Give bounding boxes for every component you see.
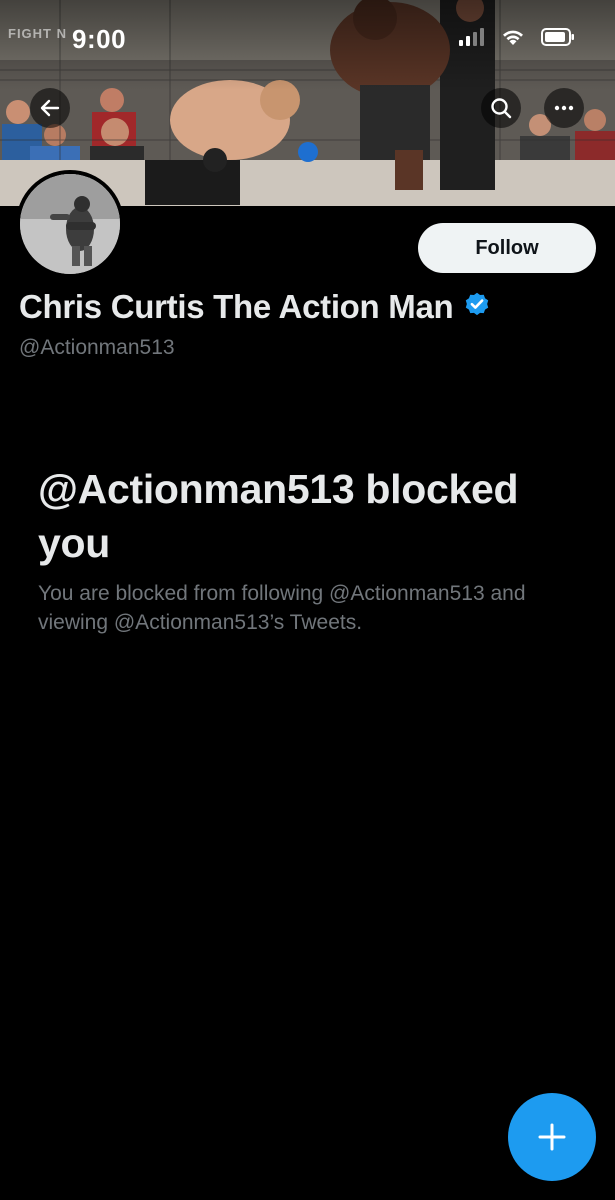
display-name-row: Chris Curtis The Action Man <box>19 288 491 326</box>
wifi-icon <box>501 28 525 51</box>
blocked-title: @Actionman513 blocked you <box>38 466 519 566</box>
user-handle: @Actionman513 <box>19 336 175 359</box>
avatar-photo <box>20 174 120 274</box>
more-icon <box>554 105 574 111</box>
battery-icon <box>541 28 575 51</box>
search-icon <box>491 98 512 119</box>
verified-badge-icon[interactable] <box>463 291 491 324</box>
search-button[interactable] <box>481 88 521 128</box>
status-icons <box>459 28 575 51</box>
back-arrow-icon <box>40 99 60 117</box>
blocked-description: You are blocked from following @Actionma… <box>38 582 526 634</box>
back-button[interactable] <box>30 88 70 128</box>
plus-icon <box>538 1123 566 1151</box>
status-time: 9:00 <box>72 24 127 54</box>
avatar[interactable] <box>16 170 124 278</box>
more-button[interactable] <box>544 88 584 128</box>
banner-watermark: FIGHT N <box>8 26 67 41</box>
compose-tweet-button[interactable] <box>508 1093 596 1181</box>
follow-button[interactable]: Follow <box>418 223 596 273</box>
display-name: Chris Curtis The Action Man <box>19 288 454 325</box>
signal-icon <box>459 28 485 51</box>
